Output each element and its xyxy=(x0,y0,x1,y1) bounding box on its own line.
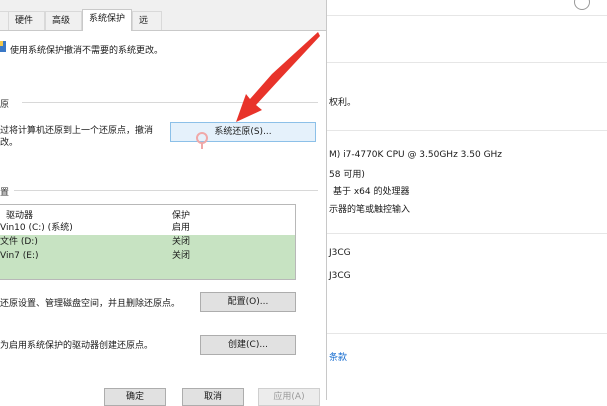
tab-system-protection[interactable]: 系统保护 xyxy=(82,9,132,31)
tab-system-protection-label: 系统保护 xyxy=(89,14,126,24)
red-arrow-annotation-icon xyxy=(236,32,320,122)
